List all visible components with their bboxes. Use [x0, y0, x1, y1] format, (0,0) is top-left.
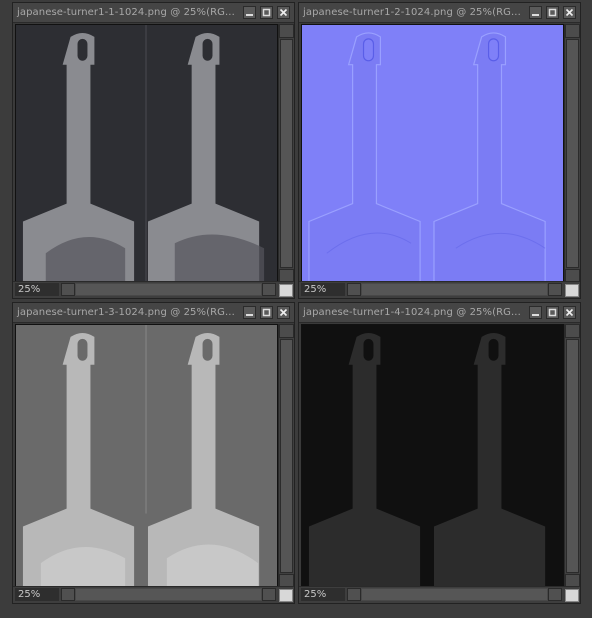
window-title: japanese-turner1-3-1024.png @ 25%(RG...	[17, 307, 235, 318]
arrow-up-icon[interactable]	[279, 324, 294, 338]
scroll-thumb[interactable]	[280, 39, 293, 268]
maximize-icon[interactable]	[546, 306, 559, 319]
status-bar: 25%	[13, 586, 294, 603]
status-bar: 25%	[299, 586, 580, 603]
arrow-left-icon[interactable]	[347, 283, 361, 296]
scroll-thumb[interactable]	[280, 339, 293, 573]
image-window-1[interactable]: japanese-turner1-1-1024.png @ 25%(RG...	[12, 2, 295, 299]
diffuse-texture-image	[16, 25, 277, 282]
image-canvas-specular[interactable]	[15, 324, 278, 588]
minimize-icon[interactable]	[243, 306, 256, 319]
arrow-up-icon[interactable]	[565, 24, 580, 38]
image-canvas-diffuse[interactable]	[15, 24, 278, 283]
resize-grip-icon[interactable]	[279, 284, 293, 297]
arrow-right-icon[interactable]	[548, 588, 562, 601]
minimize-icon[interactable]	[529, 306, 542, 319]
image-window-2[interactable]: japanese-turner1-2-1024.png @ 25%(RG...	[298, 2, 581, 299]
horizontal-scrollbar[interactable]	[347, 283, 562, 296]
image-canvas-dark[interactable]	[301, 324, 564, 588]
dark-texture-image	[302, 325, 563, 587]
horizontal-scrollbar[interactable]	[61, 283, 276, 296]
vertical-scrollbar[interactable]	[564, 324, 580, 588]
vertical-scrollbar[interactable]	[564, 24, 580, 283]
scroll-thumb[interactable]	[76, 589, 261, 600]
status-bar: 25%	[299, 281, 580, 298]
close-icon[interactable]	[563, 6, 576, 19]
resize-grip-icon[interactable]	[565, 589, 579, 602]
arrow-up-icon[interactable]	[279, 24, 294, 38]
zoom-level[interactable]: 25%	[15, 588, 59, 601]
specular-texture-image	[16, 325, 277, 587]
status-bar: 25%	[13, 281, 294, 298]
window-titlebar[interactable]: japanese-turner1-4-1024.png @ 25%(RG...	[299, 303, 580, 323]
scroll-thumb[interactable]	[76, 284, 261, 295]
horizontal-scrollbar[interactable]	[61, 588, 276, 601]
window-title: japanese-turner1-2-1024.png @ 25%(RG...	[303, 7, 521, 18]
arrow-right-icon[interactable]	[548, 283, 562, 296]
arrow-right-icon[interactable]	[262, 588, 276, 601]
arrow-left-icon[interactable]	[61, 588, 75, 601]
minimize-icon[interactable]	[243, 6, 256, 19]
scroll-thumb[interactable]	[362, 589, 547, 600]
window-titlebar[interactable]: japanese-turner1-2-1024.png @ 25%(RG...	[299, 3, 580, 23]
arrow-left-icon[interactable]	[347, 588, 361, 601]
arrow-up-icon[interactable]	[565, 324, 580, 338]
arrow-right-icon[interactable]	[262, 283, 276, 296]
maximize-icon[interactable]	[546, 6, 559, 19]
window-titlebar[interactable]: japanese-turner1-1-1024.png @ 25%(RG...	[13, 3, 294, 23]
resize-grip-icon[interactable]	[279, 589, 293, 602]
close-icon[interactable]	[563, 306, 576, 319]
vertical-scrollbar[interactable]	[278, 24, 294, 283]
zoom-level[interactable]: 25%	[301, 283, 345, 296]
window-titlebar[interactable]: japanese-turner1-3-1024.png @ 25%(RG...	[13, 303, 294, 323]
arrow-left-icon[interactable]	[61, 283, 75, 296]
scroll-thumb[interactable]	[566, 339, 579, 573]
normal-map-image	[302, 25, 563, 282]
minimize-icon[interactable]	[529, 6, 542, 19]
close-icon[interactable]	[277, 6, 290, 19]
vertical-scrollbar[interactable]	[278, 324, 294, 588]
scroll-thumb[interactable]	[362, 284, 547, 295]
maximize-icon[interactable]	[260, 6, 273, 19]
image-window-4[interactable]: japanese-turner1-4-1024.png @ 25%(RG... …	[298, 302, 581, 604]
resize-grip-icon[interactable]	[565, 284, 579, 297]
scroll-thumb[interactable]	[566, 39, 579, 268]
zoom-level[interactable]: 25%	[301, 588, 345, 601]
window-title: japanese-turner1-1-1024.png @ 25%(RG...	[17, 7, 235, 18]
window-title: japanese-turner1-4-1024.png @ 25%(RG...	[303, 307, 521, 318]
close-icon[interactable]	[277, 306, 290, 319]
horizontal-scrollbar[interactable]	[347, 588, 562, 601]
image-window-3[interactable]: japanese-turner1-3-1024.png @ 25%(RG...	[12, 302, 295, 604]
image-canvas-normal[interactable]	[301, 24, 564, 283]
maximize-icon[interactable]	[260, 306, 273, 319]
zoom-level[interactable]: 25%	[15, 283, 59, 296]
